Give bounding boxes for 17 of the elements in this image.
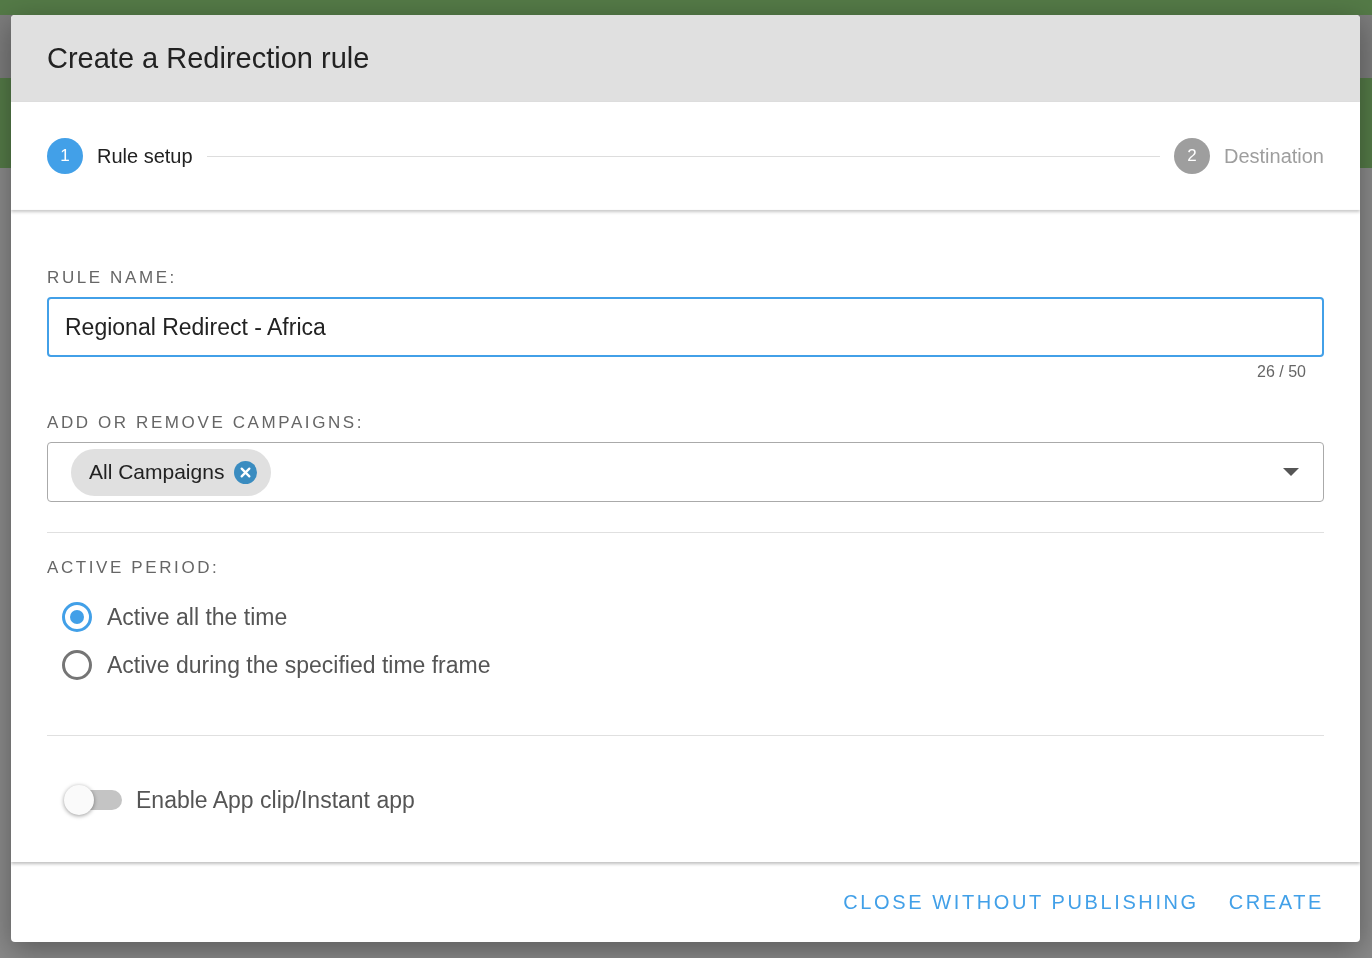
radio-label[interactable]: Active during the specified time frame xyxy=(107,651,491,679)
field-label: ACTIVE PERIOD: xyxy=(47,558,221,578)
campaigns-select[interactable]: All Campaigns xyxy=(47,442,1324,502)
toggle-label[interactable]: Enable App clip/Instant app xyxy=(136,786,415,814)
radio-label[interactable]: Active all the time xyxy=(107,603,288,631)
toggle-switch[interactable] xyxy=(64,786,122,814)
field-label: ADD OR REMOVE CAMPAIGNS: xyxy=(47,413,366,433)
character-counter: 26 / 50 xyxy=(1257,363,1306,381)
remove-icon[interactable] xyxy=(234,460,258,484)
dropdown-caret-icon[interactable] xyxy=(1283,468,1299,476)
chip-label: All Campaigns xyxy=(89,460,225,484)
radio-button[interactable] xyxy=(62,650,92,680)
rule-name-field[interactable]: Regional Redirect - Africa xyxy=(47,297,1324,357)
step-label[interactable]: Rule setup xyxy=(97,144,193,168)
field-label: RULE NAME: xyxy=(47,268,178,288)
radio-button[interactable] xyxy=(62,602,92,632)
dialog-title: Create a Redirection rule xyxy=(11,15,1360,102)
